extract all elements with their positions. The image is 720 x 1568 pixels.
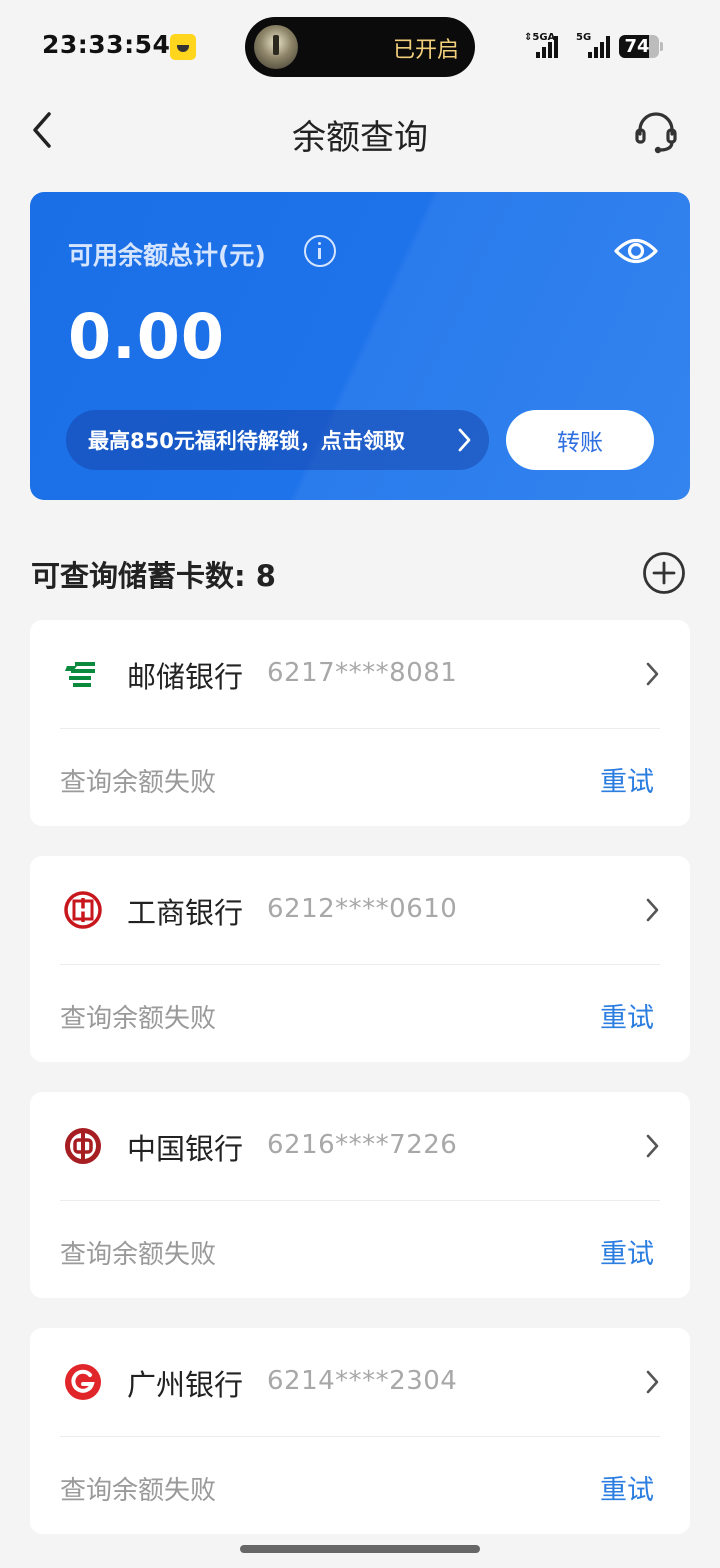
- bank-card-gzcb[interactable]: 广州银行 6214****2304 查询余额失败 重试: [30, 1328, 690, 1534]
- info-icon[interactable]: [304, 235, 336, 267]
- balance-label: 可用余额总计(元): [68, 241, 266, 270]
- boc-logo-icon: [65, 1128, 101, 1164]
- signal-5ga-icon: ⇕5GA: [524, 32, 568, 58]
- icbc-logo-icon: [64, 891, 102, 929]
- promo-text: 最高850元福利待解锁，点击领取: [88, 429, 405, 453]
- card-number: 6216****7226: [267, 1130, 458, 1160]
- balance-card: 可用余额总计(元) 0.00 最高850元福利待解锁，点击领取 转账: [30, 192, 690, 500]
- gzcb-logo-icon: [65, 1364, 101, 1400]
- eye-icon: [614, 238, 658, 264]
- app-notification-icon: [170, 34, 196, 60]
- card-number: 6212****0610: [267, 894, 458, 924]
- balance-status: 查询余额失败: [60, 1004, 217, 1034]
- home-indicator[interactable]: [240, 1545, 480, 1553]
- page-title: 余额查询: [292, 118, 428, 158]
- headset-icon: [635, 112, 677, 154]
- divider: [60, 1200, 660, 1201]
- status-bar: 23:33:54 已开启 ⇕5GA 5G 74: [0, 0, 720, 92]
- card-count-label: 可查询储蓄卡数: 8: [31, 559, 276, 593]
- chevron-right-icon: [646, 898, 659, 922]
- battery-percent: 74: [624, 36, 650, 57]
- balance-status: 查询余额失败: [60, 1240, 217, 1270]
- status-time: 23:33:54: [42, 30, 171, 59]
- balance-status: 查询余额失败: [60, 1476, 217, 1506]
- bank-name: 中国银行: [127, 1132, 244, 1166]
- retry-button[interactable]: 重试: [600, 760, 654, 799]
- flashlight-icon: [254, 25, 298, 69]
- bank-name: 广州银行: [127, 1368, 244, 1402]
- bank-card-icbc[interactable]: 工商银行 6212****0610 查询余额失败 重试: [30, 856, 690, 1062]
- retry-button[interactable]: 重试: [600, 1232, 654, 1271]
- add-card-button[interactable]: [642, 551, 686, 595]
- card-number: 6217****8081: [267, 658, 458, 688]
- card-number: 6214****2304: [267, 1366, 458, 1396]
- divider: [60, 964, 660, 965]
- divider: [60, 1436, 660, 1437]
- chevron-right-icon: [646, 1370, 659, 1394]
- customer-service-button[interactable]: [630, 106, 682, 158]
- bank-name: 邮储银行: [127, 660, 244, 694]
- psbc-logo-icon: [65, 662, 95, 687]
- signal-5g-icon: 5G: [576, 32, 612, 58]
- chevron-right-icon: [646, 1134, 659, 1158]
- promo-banner[interactable]: 最高850元福利待解锁，点击领取: [66, 410, 489, 470]
- balance-amount: 0.00: [68, 300, 225, 373]
- retry-button[interactable]: 重试: [600, 1468, 654, 1507]
- plus-circle-icon: [643, 552, 685, 594]
- transfer-button[interactable]: 转账: [506, 410, 654, 470]
- chevron-right-icon: [646, 662, 659, 686]
- battery-icon: 74: [619, 35, 663, 58]
- balance-status: 查询余额失败: [60, 768, 217, 798]
- flashlight-status: 已开启: [392, 38, 459, 63]
- divider: [60, 728, 660, 729]
- toggle-visibility-button[interactable]: [614, 236, 658, 266]
- bank-name: 工商银行: [127, 896, 244, 930]
- dynamic-island[interactable]: 已开启: [245, 17, 475, 77]
- chevron-right-icon: [458, 428, 471, 452]
- bank-card-psbc[interactable]: 邮储银行 6217****8081 查询余额失败 重试: [30, 620, 690, 826]
- bank-card-boc[interactable]: 中国银行 6216****7226 查询余额失败 重试: [30, 1092, 690, 1298]
- retry-button[interactable]: 重试: [600, 996, 654, 1035]
